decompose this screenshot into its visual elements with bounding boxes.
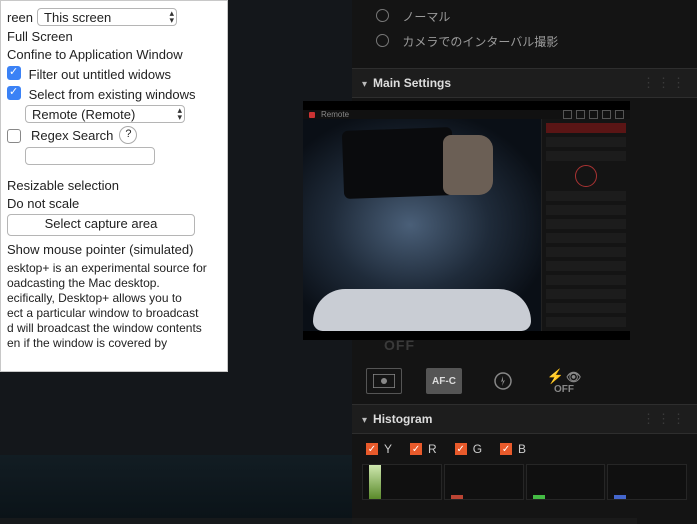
dock xyxy=(0,518,637,524)
preview-titlebar: Remote xyxy=(303,110,630,119)
radio-icon xyxy=(376,34,389,47)
filter-untitled-label: Filter out untitled widows xyxy=(29,67,171,82)
toolbar-icon[interactable] xyxy=(602,110,611,119)
description-text: esktop+ is an experimental source for oa… xyxy=(7,261,217,351)
hist-check-g[interactable]: ✓G xyxy=(455,442,482,456)
chevron-down-icon: ▾ xyxy=(362,79,367,90)
histogram-channel-checks: ✓Y ✓R ✓G ✓B xyxy=(352,434,697,464)
af-controls-row: AF-C ⚡ 👁 OFF xyxy=(352,358,697,404)
do-not-scale-label: Do not scale xyxy=(7,196,217,211)
regex-search-checkbox[interactable] xyxy=(7,129,21,143)
capture-settings-panel: reen This screen ▴▾ Full Screen Confine … xyxy=(0,0,228,372)
metering-button[interactable] xyxy=(366,368,402,394)
select-arrows-icon: ▴▾ xyxy=(177,107,182,121)
toolbar-icon[interactable] xyxy=(563,110,572,119)
radio-icon xyxy=(376,9,389,22)
histogram-strip xyxy=(352,464,697,504)
preview-window: Remote xyxy=(303,101,630,340)
hist-check-r[interactable]: ✓R xyxy=(410,442,437,456)
live-view-image xyxy=(303,119,541,331)
hist-cell-r xyxy=(444,464,524,500)
confine-label: Confine to Application Window xyxy=(7,47,217,62)
screen-select[interactable]: This screen ▴▾ xyxy=(37,8,177,26)
flash-off-button[interactable]: ⚡ 👁 OFF xyxy=(544,369,584,393)
preview-side-panel xyxy=(541,119,630,331)
select-arrows-icon: ▴▾ xyxy=(170,10,175,24)
chevron-down-icon: ▾ xyxy=(362,415,367,426)
off-indicator: OFF xyxy=(384,337,415,353)
hist-check-y[interactable]: ✓Y xyxy=(366,442,392,456)
resizable-label: Resizable selection xyxy=(7,178,217,193)
show-mouse-label: Show mouse pointer (simulated) xyxy=(7,242,217,257)
mode-interval-row[interactable]: カメラでのインターバル撮影 xyxy=(352,29,697,54)
window-select[interactable]: Remote (Remote) ▴▾ xyxy=(25,105,185,123)
toolbar-icon[interactable] xyxy=(589,110,598,119)
regex-search-label: Regex Search xyxy=(31,128,113,143)
select-capture-area-button[interactable]: Select capture area xyxy=(7,214,195,236)
full-screen-label: Full Screen xyxy=(7,29,217,44)
grip-icon: ⋮⋮⋮ xyxy=(642,411,687,427)
select-existing-checkbox[interactable] xyxy=(7,86,21,100)
grip-icon: ⋮⋮⋮ xyxy=(642,75,687,91)
hist-check-b[interactable]: ✓B xyxy=(500,442,526,456)
select-existing-label: Select from existing windows xyxy=(29,87,196,102)
app-logo-icon xyxy=(309,112,315,118)
hist-cell-y xyxy=(362,464,442,500)
camera-control-panel: ノーマル カメラでのインターバル撮影 ▾Main Settings ⋮⋮⋮ Re… xyxy=(352,0,697,524)
af-mode-button[interactable]: AF-C xyxy=(426,368,462,394)
filter-untitled-checkbox[interactable] xyxy=(7,66,21,80)
help-icon[interactable]: ? xyxy=(119,126,137,144)
preview-app-name: Remote xyxy=(321,110,349,119)
screen-label: reen xyxy=(7,10,33,25)
flash-button[interactable] xyxy=(486,369,520,393)
regex-search-input[interactable] xyxy=(25,147,155,165)
main-settings-header[interactable]: ▾Main Settings ⋮⋮⋮ xyxy=(352,68,697,98)
histogram-header[interactable]: ▾Histogram ⋮⋮⋮ xyxy=(352,404,697,434)
mode-normal-row[interactable]: ノーマル xyxy=(352,4,697,29)
toolbar-icon[interactable] xyxy=(615,110,624,119)
toolbar-icon[interactable] xyxy=(576,110,585,119)
hist-cell-g xyxy=(526,464,606,500)
hist-cell-b xyxy=(607,464,687,500)
